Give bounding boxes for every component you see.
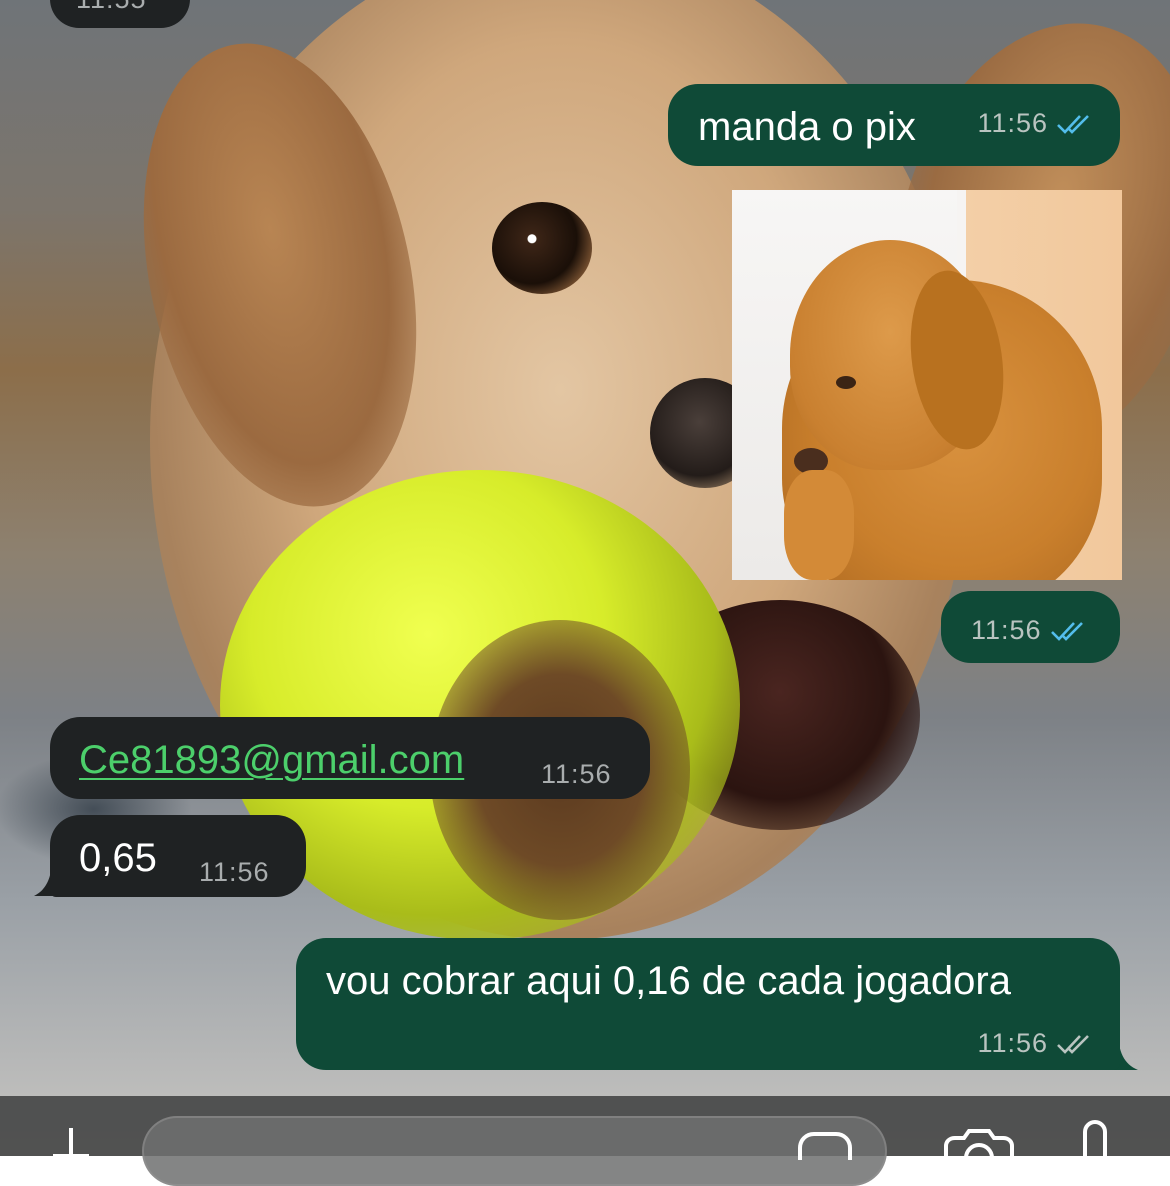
image-dog-paw <box>784 470 854 580</box>
microphone-icon[interactable] <box>1070 1118 1120 1158</box>
message-time: 11:56 <box>977 108 1048 138</box>
message-meta: 11:56 <box>977 108 1092 139</box>
message-text: 0,65 <box>79 836 157 880</box>
message-meta: 11:56 <box>971 615 1086 646</box>
message-text: manda o pix <box>698 105 916 149</box>
camera-icon[interactable] <box>942 1128 1016 1158</box>
message-meta: 11:56 <box>977 1028 1092 1059</box>
message-time: 11:56 <box>199 857 270 887</box>
message-bubble-incoming-partial[interactable]: 11:55 <box>50 0 190 28</box>
message-input-bar <box>0 1096 1170 1186</box>
message-text: vou cobrar aqui 0,16 de cada jogadora <box>326 959 1011 1003</box>
delivered-ticks-icon <box>1056 1033 1092 1055</box>
message-bubble-incoming[interactable]: Ce81893@gmail.com 11:56 <box>50 717 650 799</box>
message-image[interactable] <box>732 190 1122 580</box>
message-time: 11:56 <box>971 615 1042 645</box>
message-input[interactable] <box>142 1116 887 1186</box>
message-time: 11:56 <box>977 1028 1048 1058</box>
plus-icon[interactable] <box>40 1124 102 1164</box>
message-meta: 11:56 <box>199 857 270 888</box>
image-meta-bubble: 11:56 <box>941 591 1120 663</box>
message-meta: 11:55 <box>76 0 147 15</box>
message-bubble-outgoing[interactable]: manda o pix 11:56 <box>668 84 1120 166</box>
image-dog-eye <box>836 376 856 389</box>
message-time: 11:55 <box>76 0 147 15</box>
message-time: 11:56 <box>541 759 612 789</box>
read-ticks-icon <box>1056 113 1092 135</box>
message-bubble-incoming[interactable]: 0,65 11:56 <box>50 815 306 897</box>
wallpaper-puppy-eye <box>492 202 592 294</box>
message-bubble-outgoing[interactable]: vou cobrar aqui 0,16 de cada jogadora 11… <box>296 938 1120 1070</box>
message-meta: 11:56 <box>541 759 612 790</box>
read-ticks-icon <box>1050 620 1086 642</box>
email-link[interactable]: Ce81893@gmail.com <box>79 736 464 784</box>
